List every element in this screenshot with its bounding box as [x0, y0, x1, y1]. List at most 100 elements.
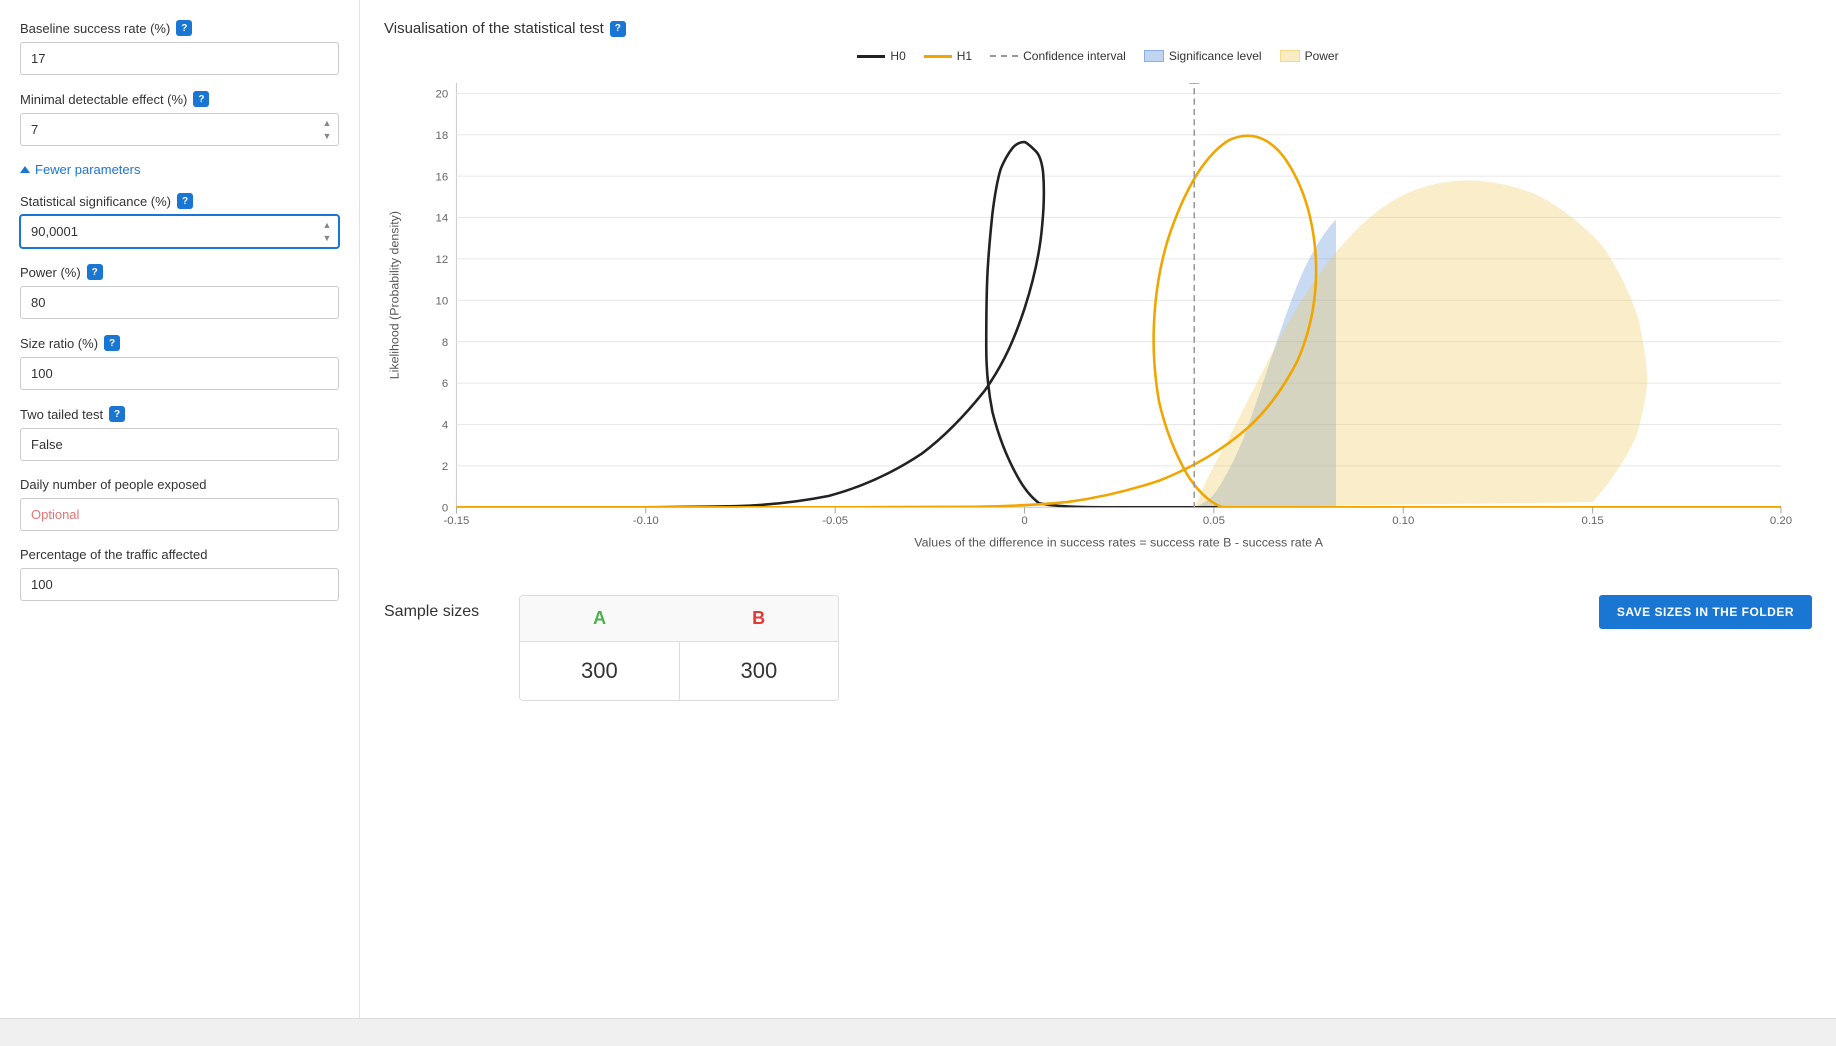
field-group-daily-exposed: Daily number of people exposed: [20, 477, 339, 531]
size-ratio-input[interactable]: [20, 357, 339, 390]
legend-sl-label: Significance level: [1169, 49, 1262, 63]
bottom-bar: [0, 1018, 1836, 1046]
svg-text:16: 16: [436, 171, 449, 183]
stat-sig-arrow-down[interactable]: ▼: [317, 232, 337, 245]
field-group-stat-sig: Statistical significance (%) ? ▲ ▼: [20, 193, 339, 248]
triangle-icon: [20, 166, 30, 173]
mde-input[interactable]: [20, 113, 339, 146]
legend-power-label: Power: [1305, 49, 1339, 63]
power-help-badge[interactable]: ?: [87, 264, 103, 280]
power-input[interactable]: [20, 286, 339, 319]
chart-title: Visualisation of the statistical test ?: [384, 20, 1812, 37]
mde-help-badge[interactable]: ?: [193, 91, 209, 107]
traffic-input[interactable]: [20, 568, 339, 601]
svg-text:12: 12: [436, 254, 449, 266]
sample-table: A B 300 300: [519, 595, 839, 701]
fewer-params-link[interactable]: Fewer parameters: [20, 162, 339, 177]
svg-text:-0.05: -0.05: [822, 515, 848, 527]
sample-col-a-header: A: [520, 596, 679, 641]
field-label-power: Power (%) ?: [20, 264, 339, 280]
chart-svg: Likelihood (Probability density) 0 2 4 6…: [384, 71, 1812, 571]
stat-sig-help-badge[interactable]: ?: [177, 193, 193, 209]
legend-power-rect: [1280, 50, 1300, 62]
legend-h0: H0: [857, 49, 905, 63]
stat-sig-input[interactable]: [20, 215, 339, 248]
field-group-power: Power (%) ?: [20, 264, 339, 319]
two-tailed-label-text: Two tailed test: [20, 407, 103, 422]
sample-sizes-title: Sample sizes: [384, 603, 479, 621]
stat-sig-spinner-arrows: ▲ ▼: [317, 219, 337, 245]
size-ratio-help-badge[interactable]: ?: [104, 335, 120, 351]
legend-h1-line: [924, 55, 952, 58]
chart-title-help[interactable]: ?: [610, 21, 626, 37]
svg-text:0.15: 0.15: [1582, 515, 1604, 527]
svg-text:2: 2: [442, 461, 448, 473]
left-panel: Baseline success rate (%) ? Minimal dete…: [0, 0, 360, 1046]
svg-text:0: 0: [442, 502, 448, 514]
svg-text:-0.10: -0.10: [633, 515, 659, 527]
sample-sizes-section: Sample sizes A B 300 300 SAVE SIZES IN T…: [384, 595, 1812, 701]
field-group-traffic: Percentage of the traffic affected: [20, 547, 339, 601]
svg-text:14: 14: [436, 213, 449, 225]
field-label-traffic: Percentage of the traffic affected: [20, 547, 339, 562]
sample-value-a: 300: [520, 642, 680, 700]
chart-legend: H0 H1 Confidence interval Significance l…: [384, 49, 1812, 63]
baseline-help-badge[interactable]: ?: [176, 20, 192, 36]
legend-h1-label: H1: [957, 49, 972, 63]
chart-title-text: Visualisation of the statistical test: [384, 20, 604, 37]
baseline-input[interactable]: [20, 42, 339, 75]
svg-text:0.05: 0.05: [1203, 515, 1225, 527]
svg-text:8: 8: [442, 337, 448, 349]
legend-ci-line: [990, 55, 1018, 57]
svg-text:0.10: 0.10: [1392, 515, 1414, 527]
svg-text:20: 20: [436, 88, 449, 100]
stat-sig-spinner-wrapper: ▲ ▼: [20, 215, 339, 248]
stat-sig-label-text: Statistical significance (%): [20, 194, 171, 209]
sample-table-body: 300 300: [520, 642, 838, 700]
chart-section: Visualisation of the statistical test ? …: [384, 20, 1812, 571]
mde-label-text: Minimal detectable effect (%): [20, 92, 187, 107]
stat-sig-arrow-up[interactable]: ▲: [317, 219, 337, 232]
svg-text:18: 18: [436, 130, 449, 142]
legend-h0-label: H0: [890, 49, 905, 63]
save-sizes-button[interactable]: SAVE SIZES IN THE FOLDER: [1599, 595, 1812, 629]
mde-spinner-arrows: ▲ ▼: [317, 117, 337, 143]
sample-value-b: 300: [680, 642, 839, 700]
mde-arrow-down[interactable]: ▼: [317, 130, 337, 143]
svg-text:0.20: 0.20: [1770, 515, 1792, 527]
sample-col-b-header: B: [679, 596, 838, 641]
power-label-text: Power (%): [20, 265, 81, 280]
two-tailed-input[interactable]: [20, 428, 339, 461]
chart-wrapper: Likelihood (Probability density) 0 2 4 6…: [384, 71, 1812, 571]
field-group-baseline: Baseline success rate (%) ?: [20, 20, 339, 75]
mde-spinner-wrapper: ▲ ▼: [20, 113, 339, 146]
two-tailed-help-badge[interactable]: ?: [109, 406, 125, 422]
svg-text:-0.15: -0.15: [443, 515, 469, 527]
field-label-size-ratio: Size ratio (%) ?: [20, 335, 339, 351]
legend-ci: Confidence interval: [990, 49, 1126, 63]
right-panel: Visualisation of the statistical test ? …: [360, 0, 1836, 1046]
x-axis-label: Values of the difference in success rate…: [914, 536, 1324, 550]
field-group-two-tailed: Two tailed test ?: [20, 406, 339, 461]
legend-h0-line: [857, 55, 885, 58]
baseline-label-text: Baseline success rate (%): [20, 21, 170, 36]
size-ratio-label-text: Size ratio (%): [20, 336, 98, 351]
svg-text:10: 10: [436, 295, 449, 307]
svg-text:0: 0: [1021, 515, 1027, 527]
daily-exposed-input[interactable]: [20, 498, 339, 531]
field-label-baseline: Baseline success rate (%) ?: [20, 20, 339, 36]
legend-sl-rect: [1144, 50, 1164, 62]
svg-text:4: 4: [442, 420, 448, 432]
legend-ci-label: Confidence interval: [1023, 49, 1126, 63]
legend-power: Power: [1280, 49, 1339, 63]
fewer-params-label: Fewer parameters: [35, 162, 140, 177]
mde-arrow-up[interactable]: ▲: [317, 117, 337, 130]
field-label-stat-sig: Statistical significance (%) ?: [20, 193, 339, 209]
x-axis: -0.15 -0.10 -0.05 0 0.05 0.10 0.15 0.20: [443, 507, 1792, 527]
field-label-mde: Minimal detectable effect (%) ?: [20, 91, 339, 107]
daily-exposed-label-text: Daily number of people exposed: [20, 477, 206, 492]
y-axis-label: Likelihood (Probability density): [387, 211, 401, 379]
field-label-two-tailed: Two tailed test ?: [20, 406, 339, 422]
field-group-mde: Minimal detectable effect (%) ? ▲ ▼: [20, 91, 339, 146]
legend-sl: Significance level: [1144, 49, 1262, 63]
